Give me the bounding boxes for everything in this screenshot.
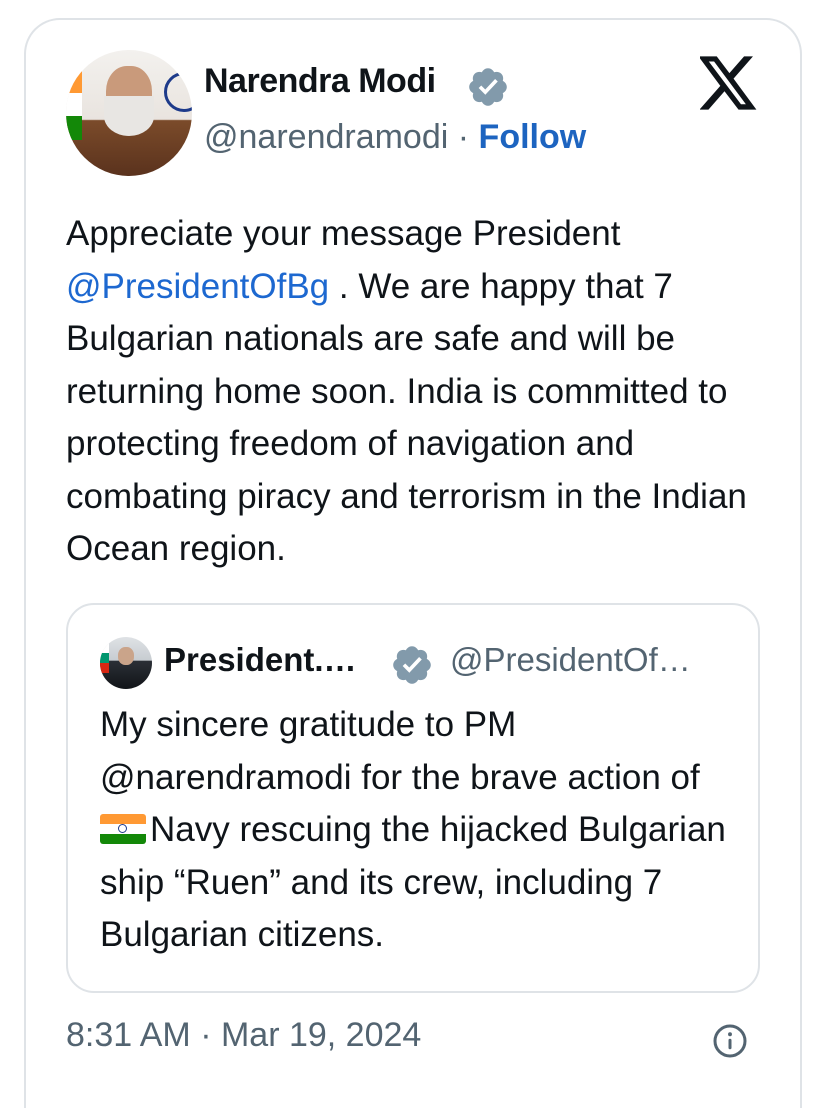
verified-badge-icon <box>469 68 507 106</box>
quoted-avatar-face <box>118 647 134 665</box>
quoted-author-handle[interactable]: @PresidentOf… <box>450 641 691 679</box>
quoted-text-start: My sincere gratitude to PM @narendramodi… <box>100 705 700 797</box>
follow-button[interactable]: Follow <box>479 118 587 156</box>
quoted-author-avatar[interactable] <box>100 637 152 689</box>
avatar-beard <box>104 96 154 136</box>
author-handle-row: @narendramodi · Follow <box>204 118 586 157</box>
flag-backdrop <box>66 70 82 140</box>
separator: · <box>457 118 470 156</box>
verified-badge-icon <box>393 646 431 684</box>
chakra-backdrop <box>164 72 192 112</box>
author-handle[interactable]: @narendramodi <box>204 118 448 156</box>
quoted-avatar-flag <box>100 643 109 673</box>
author-avatar[interactable] <box>66 50 192 176</box>
quoted-post[interactable]: President.… @PresidentOf… My sincere gra… <box>66 603 760 993</box>
post-text-start: Appreciate your message President <box>66 214 621 253</box>
post-text-end: . We are happy that 7 Bulgarian national… <box>66 266 747 569</box>
mention-link[interactable]: @PresidentOfBg <box>66 267 329 306</box>
india-flag-emoji-icon <box>100 814 146 844</box>
x-logo-icon[interactable] <box>700 56 758 110</box>
post-text: Appreciate your message President @Presi… <box>66 208 786 576</box>
quoted-post-text: My sincere gratitude to PM @narendramodi… <box>100 699 740 962</box>
post-timestamp[interactable]: 8:31 AM · Mar 19, 2024 <box>66 1016 421 1055</box>
info-icon[interactable] <box>712 1023 748 1059</box>
quoted-text-end: Navy rescuing the hijacked Bulgarian shi… <box>100 810 726 954</box>
author-name[interactable]: Narendra Modi <box>204 62 436 101</box>
quoted-author-name[interactable]: President.… <box>164 641 357 679</box>
